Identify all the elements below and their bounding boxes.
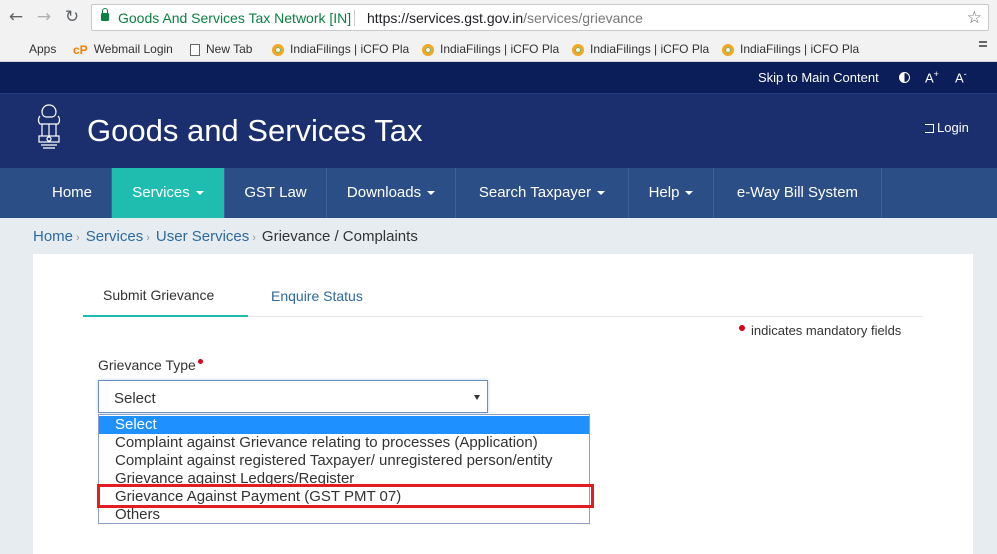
option-others[interactable]: Others xyxy=(99,506,589,524)
skip-to-main-link[interactable]: Skip to Main Content xyxy=(758,70,879,85)
divider xyxy=(354,10,355,26)
reload-icon[interactable]: ↻ xyxy=(63,8,81,26)
grievance-panel: Submit Grievance Enquire Status indicate… xyxy=(33,254,973,554)
nav-search-taxpayer[interactable]: Search Taxpayer xyxy=(456,168,629,218)
site-header: Goods and Services Tax Login xyxy=(0,93,997,168)
arrow-right-icon[interactable]: → xyxy=(35,8,53,26)
bookmark-indiafilings-3[interactable]: IndiaFilings | iCFO Pla xyxy=(572,39,709,59)
chevron-down-icon xyxy=(474,395,480,400)
highlight-annotation xyxy=(97,484,594,508)
option-complaint-taxpayer[interactable]: Complaint against registered Taxpayer/ u… xyxy=(99,452,589,470)
secure-site-label: Goods And Services Tax Network [IN] xyxy=(118,10,352,26)
chevron-down-icon xyxy=(597,191,606,196)
indiafilings-icon xyxy=(572,43,584,56)
login-link[interactable]: Login xyxy=(925,120,969,135)
nav-help[interactable]: Help xyxy=(629,168,714,218)
nav-gst-law[interactable]: GST Law xyxy=(225,168,327,218)
chevron-right-icon: › xyxy=(76,232,80,244)
star-icon[interactable]: ☆ xyxy=(967,8,982,28)
cpanel-icon: cP xyxy=(73,42,88,57)
bookmark-indiafilings-1[interactable]: IndiaFilings | iCFO Pla xyxy=(272,39,409,59)
indiafilings-icon xyxy=(422,43,434,56)
contrast-icon[interactable] xyxy=(899,72,910,83)
nav-home[interactable]: Home xyxy=(33,168,112,218)
main-navigation: Home Services GST Law Downloads Search T… xyxy=(0,168,997,218)
arrow-left-icon[interactable]: ← xyxy=(7,8,25,26)
grievance-type-label: Grievance Type xyxy=(98,357,203,373)
national-emblem-icon xyxy=(37,104,61,149)
breadcrumb-current: Grievance / Complaints xyxy=(261,228,418,245)
bookmark-indiafilings-2[interactable]: IndiaFilings | iCFO Pla xyxy=(422,39,559,59)
active-tab-indicator xyxy=(83,315,248,317)
nav-downloads[interactable]: Downloads xyxy=(327,168,456,218)
chevron-down-icon xyxy=(427,191,436,196)
breadcrumb-home[interactable]: Home xyxy=(33,228,73,245)
font-decrease-button[interactable]: A- xyxy=(955,69,967,85)
address-bar[interactable]: Goods And Services Tax Network [IN] http… xyxy=(91,4,989,31)
lock-icon xyxy=(101,8,109,21)
font-increase-button[interactable]: A+ xyxy=(925,69,939,85)
nav-eway-bill-system[interactable]: e-Way Bill System xyxy=(714,168,882,218)
bookmark-apps[interactable]: Apps xyxy=(11,39,56,59)
required-dot xyxy=(197,359,203,364)
apps-grid-icon xyxy=(11,44,23,56)
bookmarks-more-icon[interactable] xyxy=(979,41,989,49)
login-icon xyxy=(925,124,934,133)
browser-toolbar: ← → ↻ Goods And Services Tax Network [IN… xyxy=(0,0,997,35)
site-title: Goods and Services Tax xyxy=(87,113,423,148)
page-icon xyxy=(190,43,200,56)
option-complaint-processes[interactable]: Complaint against Grievance relating to … xyxy=(99,434,589,452)
chevron-down-icon xyxy=(195,191,204,196)
chevron-down-icon xyxy=(685,191,694,196)
breadcrumb-user-services[interactable]: User Services xyxy=(156,228,249,245)
grievance-type-select[interactable]: Select xyxy=(98,380,488,413)
indiafilings-icon xyxy=(272,43,284,56)
breadcrumb-services[interactable]: Services xyxy=(86,228,144,245)
breadcrumb: Home › Services › User Services › Grievance / … xyxy=(33,228,418,245)
mandatory-indicator-dot xyxy=(739,325,745,331)
chevron-right-icon: › xyxy=(146,232,150,244)
url-text: https://services.gst.gov.in/services/gri… xyxy=(367,10,643,26)
accessibility-bar: Skip to Main Content A+ A- xyxy=(0,62,997,93)
bookmark-webmail-login[interactable]: cP Webmail Login xyxy=(73,39,173,59)
bookmark-new-tab[interactable]: New Tab xyxy=(190,39,252,59)
option-select[interactable]: Select xyxy=(99,416,589,434)
indiafilings-icon xyxy=(722,43,734,56)
mandatory-fields-note: indicates mandatory fields xyxy=(751,323,902,338)
nav-services[interactable]: Services xyxy=(112,168,225,218)
tab-submit-grievance[interactable]: Submit Grievance xyxy=(103,287,214,303)
chevron-right-icon: › xyxy=(252,232,256,244)
tab-enquire-status[interactable]: Enquire Status xyxy=(271,288,363,304)
bookmark-indiafilings-4[interactable]: IndiaFilings | iCFO Pla xyxy=(722,39,859,59)
bookmarks-bar: Apps cP Webmail Login New Tab IndiaFiling… xyxy=(0,35,997,62)
